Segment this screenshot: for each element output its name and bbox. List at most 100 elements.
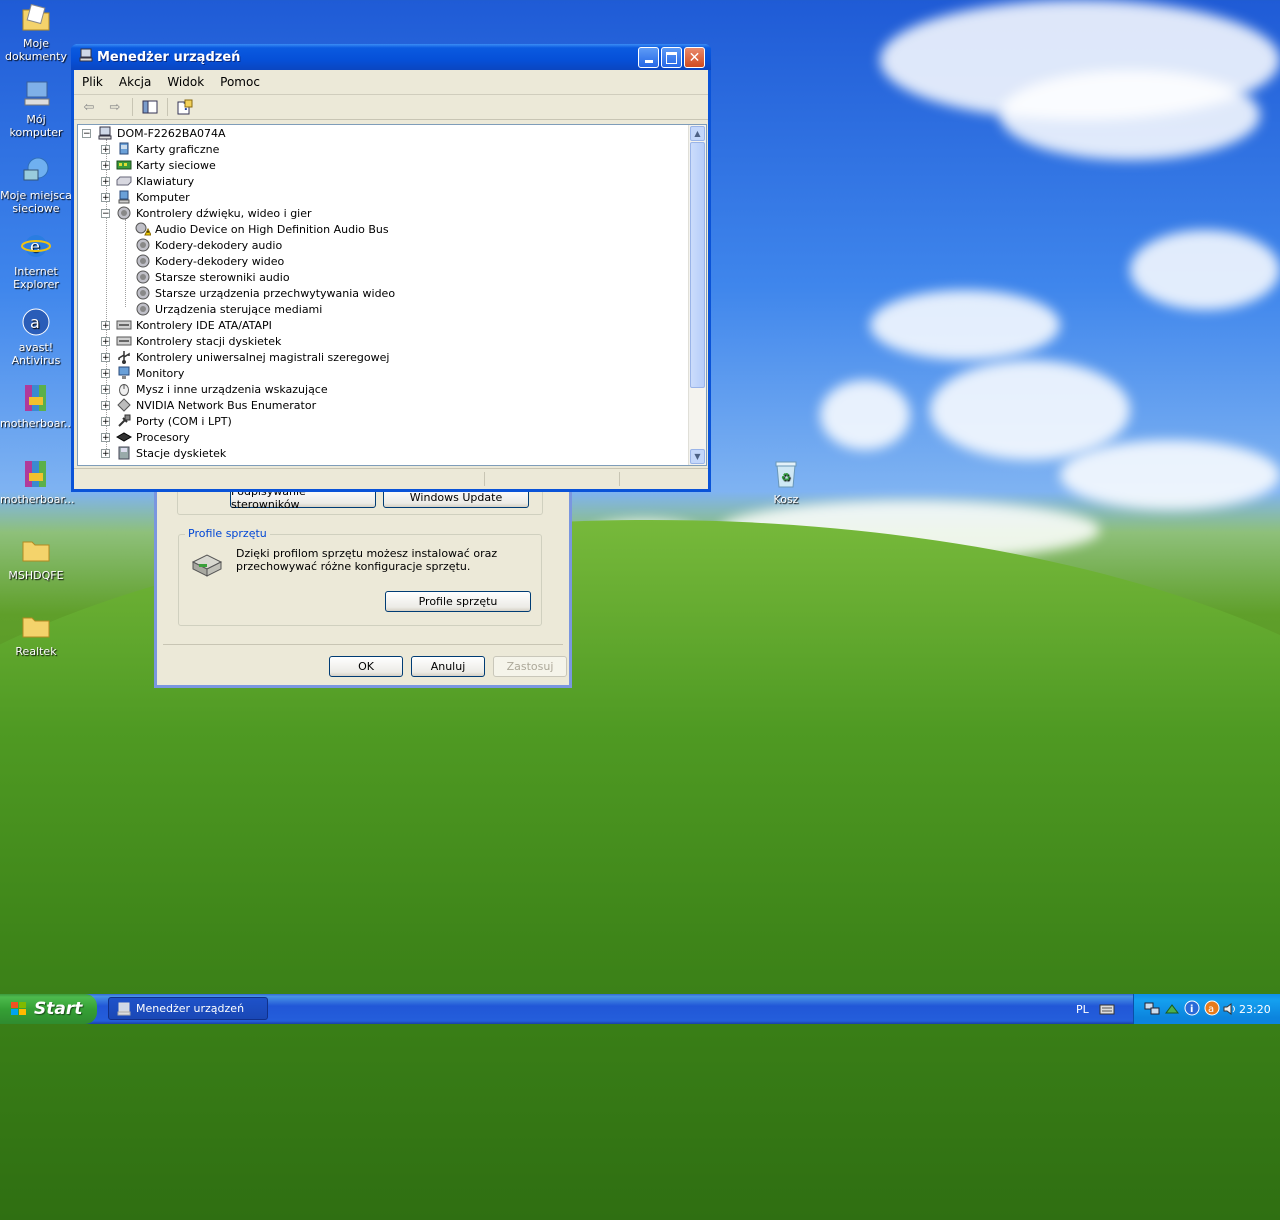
expand-icon[interactable]: +: [101, 416, 110, 426]
safely-remove-hardware-icon[interactable]: [1164, 1001, 1180, 1020]
tree-item-floppy-drives[interactable]: + Stacje dyskietek: [101, 445, 226, 461]
collapse-icon[interactable]: −: [101, 208, 110, 218]
volume-tray-icon[interactable]: [1222, 1001, 1238, 1020]
menu-file[interactable]: Plik: [74, 75, 111, 89]
hardware-profiles-button[interactable]: Profile sprzętu: [385, 591, 531, 612]
expand-icon[interactable]: +: [101, 432, 110, 442]
expand-icon[interactable]: +: [101, 384, 110, 394]
tree-item-mice[interactable]: + Mysz i inne urządzenia wskazujące: [101, 381, 328, 397]
network-icon: [20, 154, 52, 186]
cancel-button[interactable]: Anuluj: [411, 656, 485, 677]
info-tray-icon[interactable]: i: [1184, 1000, 1200, 1019]
tree-item-computer[interactable]: + Komputer: [101, 189, 190, 205]
desktop-icon-realtek[interactable]: Realtek: [0, 610, 72, 658]
expand-icon[interactable]: +: [101, 176, 110, 186]
desktop-icon-recycle-bin[interactable]: ♻ Kosz: [750, 458, 822, 506]
tree-item-ports[interactable]: + Porty (COM i LPT): [101, 413, 232, 429]
desktop-icon-my-computer[interactable]: Mój komputer: [0, 78, 72, 139]
internet-explorer-icon: e: [20, 230, 52, 262]
dialog-separator: [163, 644, 563, 645]
desktop-icon-my-documents[interactable]: Moje dokumenty: [0, 2, 72, 63]
tree-item-label: NVIDIA Network Bus Enumerator: [136, 398, 317, 412]
tree-item-processors[interactable]: + Procesory: [101, 429, 190, 445]
tree-item-label: Kontrolery dźwięku, wideo i gier: [136, 206, 312, 220]
properties-help-icon[interactable]: ?: [176, 98, 194, 116]
start-button[interactable]: Start: [0, 994, 97, 1024]
forward-arrow-icon[interactable]: ⇨: [106, 98, 124, 116]
expand-icon[interactable]: +: [101, 160, 110, 170]
floppy-drive-icon: [116, 446, 132, 460]
desktop-icon-label: Kosz: [773, 493, 799, 506]
keyboard-layout-icon[interactable]: [1099, 1002, 1115, 1019]
menu-action[interactable]: Akcja: [111, 75, 159, 89]
scroll-up-button[interactable]: ▲: [690, 126, 705, 141]
start-label: Start: [34, 999, 83, 1019]
title-bar[interactable]: Menedżer urządzeń ✕: [71, 44, 711, 70]
taskbar-button-device-manager[interactable]: Menedżer urządzeń: [108, 997, 268, 1020]
tree-item-ide-controllers[interactable]: + Kontrolery IDE ATA/ATAPI: [101, 317, 272, 333]
tree-child-legacy-audio-drivers[interactable]: Starsze sterowniki audio: [135, 269, 290, 285]
menu-help[interactable]: Pomoc: [212, 75, 268, 89]
close-icon: ✕: [688, 49, 701, 66]
network-card-icon: [116, 158, 132, 172]
keyboard-icon: [116, 174, 132, 188]
scroll-down-button[interactable]: ▼: [690, 449, 705, 464]
svg-text:i: i: [1190, 1004, 1193, 1015]
tree-item-keyboards[interactable]: + Klawiatury: [101, 173, 194, 189]
tree-item-label: Porty (COM i LPT): [136, 414, 232, 428]
desktop-icon-motherboard-2[interactable]: motherboar...: [0, 458, 74, 506]
menu-view[interactable]: Widok: [159, 75, 212, 89]
tree-item-floppy-controllers[interactable]: + Kontrolery stacji dyskietek: [101, 333, 281, 349]
tree-item-label: Stacje dyskietek: [136, 446, 227, 460]
tree-item-label: Audio Device on High Definition Audio Bu…: [155, 222, 389, 236]
expand-icon[interactable]: +: [101, 320, 110, 330]
expand-icon[interactable]: +: [101, 352, 110, 362]
tree-item-graphics-cards[interactable]: + Karty graficzne: [101, 141, 219, 157]
tree-child-legacy-video-capture[interactable]: Starsze urządzenia przechwytywania wideo: [135, 285, 395, 301]
tree-item-usb-controllers[interactable]: + Kontrolery uniwersalnej magistrali sze…: [101, 349, 389, 365]
back-arrow-icon[interactable]: ⇦: [80, 98, 98, 116]
vertical-scrollbar[interactable]: ▲ ▼: [688, 125, 706, 465]
desktop-icon-label: Moje miejsca sieciowe: [0, 189, 72, 215]
tree-item-nvidia-network-bus[interactable]: + NVIDIA Network Bus Enumerator: [101, 397, 316, 413]
desktop-icon-internet-explorer[interactable]: e Internet Explorer: [0, 230, 72, 291]
expand-icon[interactable]: +: [101, 336, 110, 346]
tree-child-video-codecs[interactable]: Kodery-dekodery wideo: [135, 253, 284, 269]
tree-child-audio-device[interactable]: Audio Device on High Definition Audio Bu…: [135, 221, 389, 237]
tree-item-sound-video-game-controllers[interactable]: − Kontrolery dźwięku, wideo i gier: [101, 205, 312, 221]
tree-item-network-cards[interactable]: + Karty sieciowe: [101, 157, 216, 173]
tree-child-media-control-devices[interactable]: Urządzenia sterujące mediami: [135, 301, 322, 317]
language-indicator[interactable]: PL: [1076, 1003, 1089, 1016]
winrar-archive-icon: [20, 458, 52, 490]
speaker-icon: [135, 254, 151, 268]
desktop-icon-motherboard-1[interactable]: motherboar...: [0, 382, 74, 430]
svg-text:a: a: [30, 313, 40, 332]
floppy-controller-icon: [116, 334, 132, 348]
desktop-icon-mshdqfe[interactable]: MSHDQFE: [0, 534, 72, 582]
tree-root[interactable]: − DOM-F2262BA074A: [82, 125, 226, 141]
expand-icon[interactable]: +: [101, 400, 110, 410]
expand-icon[interactable]: +: [101, 448, 110, 458]
tree-root-label: DOM-F2262BA074A: [117, 126, 226, 140]
network-tray-icon[interactable]: [1144, 1001, 1160, 1020]
folder-icon: [20, 534, 52, 566]
collapse-icon[interactable]: −: [82, 128, 91, 138]
clock[interactable]: 23:20: [1239, 1003, 1271, 1016]
desktop-icon-avast[interactable]: a avast! Antivirus: [0, 306, 72, 367]
apply-button[interactable]: Zastosuj: [493, 656, 567, 677]
scroll-thumb[interactable]: [690, 142, 705, 388]
tree-child-audio-codecs[interactable]: Kodery-dekodery audio: [135, 237, 282, 253]
maximize-button[interactable]: [661, 47, 682, 68]
device-tree[interactable]: − DOM-F2262BA074A + Karty graficzne + Ka…: [77, 124, 707, 466]
close-button[interactable]: ✕: [684, 47, 705, 68]
desktop-icon-network-places[interactable]: Moje miejsca sieciowe: [0, 154, 72, 215]
tree-item-monitors[interactable]: + Monitory: [101, 365, 184, 381]
avast-tray-icon[interactable]: a: [1204, 1000, 1220, 1019]
expand-icon[interactable]: +: [101, 144, 110, 154]
expand-icon[interactable]: +: [101, 192, 110, 202]
tree-item-label: Komputer: [136, 190, 190, 204]
show-hide-console-tree-icon[interactable]: [141, 98, 159, 116]
expand-icon[interactable]: +: [101, 368, 110, 378]
ok-button[interactable]: OK: [329, 656, 403, 677]
minimize-button[interactable]: [638, 47, 659, 68]
